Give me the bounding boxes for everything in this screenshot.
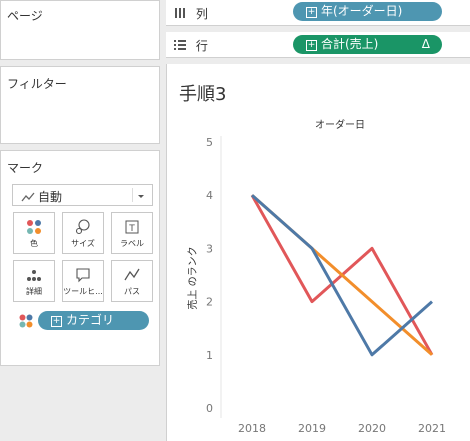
color-pill-icon <box>19 313 33 332</box>
size-button[interactable]: サイズ <box>62 212 104 254</box>
table-calc-delta-icon: Δ <box>421 37 430 51</box>
columns-pill-label: 年(オーダー日) <box>321 4 403 18</box>
color-icon <box>14 219 54 235</box>
rows-icon <box>174 39 190 53</box>
pages-panel: ページ <box>0 0 160 60</box>
color-button[interactable]: 色 <box>13 212 55 254</box>
svg-text:T: T <box>128 224 135 234</box>
columns-shelf: 列 + 年(オーダー日) <box>166 0 470 26</box>
tooltip-label: ツールヒ... <box>63 287 103 296</box>
marks-panel: マーク <box>0 150 160 366</box>
detail-label: 詳細 <box>26 287 42 296</box>
tooltip-button[interactable]: ツールヒ... <box>62 260 104 302</box>
rows-shelf: 行 + 合計(売上) Δ <box>166 32 470 58</box>
plus-icon: + <box>51 316 62 327</box>
label-label: ラベル <box>120 239 144 248</box>
color-category-pill[interactable]: + カテゴリ <box>38 311 149 330</box>
label-icon: T <box>112 219 152 235</box>
path-label: パス <box>124 287 140 296</box>
detail-icon <box>14 267 54 283</box>
plus-icon: + <box>306 7 317 18</box>
filters-panel[interactable]: フィルター <box>0 66 160 144</box>
path-icon <box>112 267 152 283</box>
detail-button[interactable]: 詳細 <box>13 260 55 302</box>
filters-title: フィルター <box>7 77 67 91</box>
size-label: サイズ <box>71 239 95 248</box>
columns-icon <box>174 7 190 21</box>
rows-pill[interactable]: + 合計(売上) Δ <box>293 35 442 54</box>
label-button[interactable]: T ラベル <box>111 212 153 254</box>
color-pill-label: カテゴリ <box>66 313 115 327</box>
columns-pill[interactable]: + 年(オーダー日) <box>293 2 442 21</box>
marks-title: マーク <box>7 161 44 175</box>
mark-type-dropdown[interactable]: 自動 <box>12 184 153 206</box>
pages-title: ページ <box>7 9 43 23</box>
view-area <box>166 64 470 441</box>
plus-icon: + <box>306 40 317 51</box>
size-icon <box>63 219 103 235</box>
chevron-down-icon <box>132 188 149 202</box>
line-chart-icon <box>21 188 35 207</box>
sheet-title: 手順3 <box>179 84 227 105</box>
rows-pill-label: 合計(売上) <box>321 37 379 51</box>
color-label: 色 <box>30 239 38 248</box>
mark-type-value: 自動 <box>38 190 63 204</box>
rows-shelf-label: 行 <box>174 37 208 54</box>
tooltip-icon <box>63 267 103 283</box>
columns-shelf-label: 列 <box>174 5 208 22</box>
path-button[interactable]: パス <box>111 260 153 302</box>
